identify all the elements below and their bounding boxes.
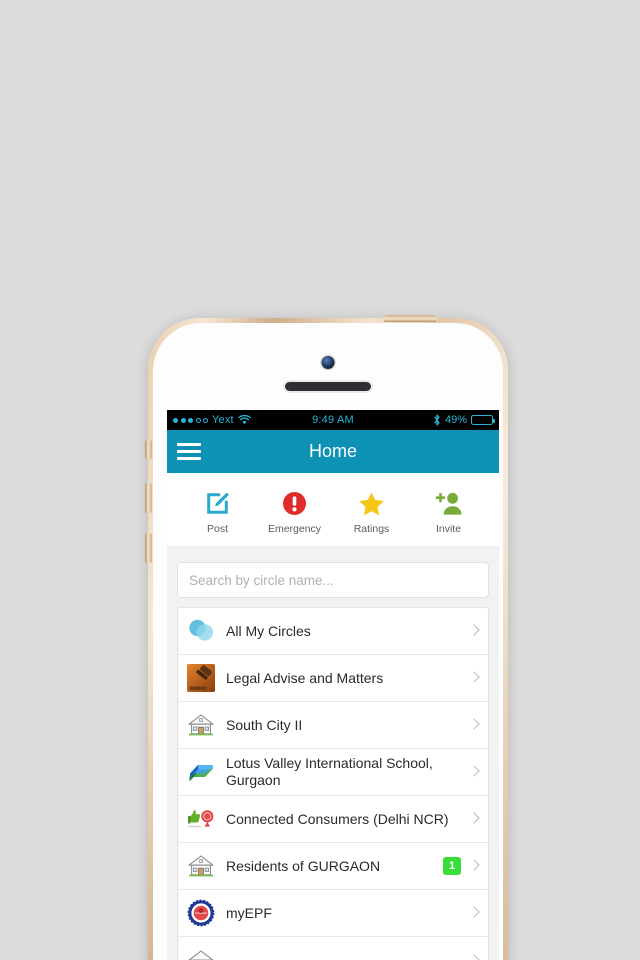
hamburger-menu-icon[interactable] xyxy=(177,443,201,460)
list-item[interactable]: Lotus Valley International School, Gurga… xyxy=(178,749,488,796)
search-input[interactable] xyxy=(177,562,489,598)
phone-screen: Yext 9:49 AM 49% Home Post Emergency Rat… xyxy=(167,410,499,960)
carrier-label: Yext xyxy=(212,414,234,426)
chevron-right-icon xyxy=(469,811,479,827)
action-emergency[interactable]: Emergency xyxy=(256,489,333,535)
volume-down-button[interactable] xyxy=(145,533,152,563)
page-title: Home xyxy=(308,441,357,461)
list-item-label: Lotus Valley International School, Gurga… xyxy=(226,755,433,788)
chevron-right-icon xyxy=(469,764,479,780)
list-item[interactable] xyxy=(178,937,488,960)
action-emergency-label: Emergency xyxy=(267,523,322,535)
list-item[interactable]: myEPF xyxy=(178,890,488,937)
power-button[interactable] xyxy=(384,315,436,322)
signal-strength-icon xyxy=(173,417,208,423)
status-bar: Yext 9:49 AM 49% xyxy=(167,410,499,430)
status-bar-left: Yext xyxy=(173,414,251,426)
list-item[interactable]: All My Circles xyxy=(178,608,488,655)
house-icon xyxy=(187,852,215,880)
battery-percent-label: 49% xyxy=(444,414,467,426)
list-item-label: South City II xyxy=(226,716,303,733)
chevron-right-icon xyxy=(469,858,479,874)
chevron-right-icon xyxy=(469,623,479,639)
star-icon xyxy=(358,489,385,518)
phone-bezel: Yext 9:49 AM 49% Home Post Emergency Rat… xyxy=(153,323,503,960)
add-person-icon xyxy=(435,489,462,518)
books-icon xyxy=(187,758,215,786)
chevron-right-icon xyxy=(469,953,479,960)
chevron-right-icon xyxy=(469,905,479,921)
nav-bar: Home xyxy=(167,430,499,473)
house-icon xyxy=(187,947,215,960)
search-container xyxy=(167,546,499,607)
epf-emblem-icon xyxy=(187,899,215,927)
action-ratings-label: Ratings xyxy=(353,523,390,535)
list-item[interactable]: South City II xyxy=(178,702,488,749)
phone-device: Yext 9:49 AM 49% Home Post Emergency Rat… xyxy=(145,315,508,960)
chevron-right-icon xyxy=(469,670,479,686)
front-camera xyxy=(321,356,335,369)
bluetooth-icon xyxy=(433,414,441,426)
battery-icon xyxy=(471,415,495,425)
action-invite-label: Invite xyxy=(435,523,462,535)
circle-list: All My Circles Legal Advise and Matters … xyxy=(177,607,489,960)
list-item-label: All My Circles xyxy=(226,622,311,639)
list-item-label: myEPF xyxy=(226,904,272,921)
status-badge: 1 xyxy=(443,857,461,875)
mute-switch[interactable] xyxy=(145,440,152,459)
earpiece-speaker xyxy=(285,382,371,391)
action-ratings[interactable]: Ratings xyxy=(333,489,410,535)
list-item-label: Residents of GURGAON xyxy=(226,857,381,874)
list-item-label: Legal Advise and Matters xyxy=(226,669,384,686)
volume-up-button[interactable] xyxy=(145,483,152,513)
quick-action-bar: Post Emergency Ratings Invite xyxy=(167,473,499,546)
list-item[interactable]: Residents of GURGAON 1 xyxy=(178,843,488,890)
overlapping-circles-icon xyxy=(187,617,215,645)
list-item-label: Connected Consumers (Delhi NCR) xyxy=(226,810,449,827)
action-invite[interactable]: Invite xyxy=(410,489,487,535)
thumbsup-balloon-icon xyxy=(187,805,215,833)
wifi-icon xyxy=(238,415,251,425)
alert-exclamation-icon xyxy=(282,489,307,518)
list-item[interactable]: Legal Advise and Matters xyxy=(178,655,488,702)
action-post[interactable]: Post xyxy=(179,489,256,535)
gavel-icon xyxy=(187,664,215,692)
status-bar-right: 49% xyxy=(433,414,495,426)
compose-pencil-icon xyxy=(205,489,230,518)
screenshot-scene: Yext 9:49 AM 49% Home Post Emergency Rat… xyxy=(0,0,640,960)
action-post-label: Post xyxy=(206,523,228,535)
house-icon xyxy=(187,711,215,739)
list-item[interactable]: Connected Consumers (Delhi NCR) xyxy=(178,796,488,843)
chevron-right-icon xyxy=(469,717,479,733)
